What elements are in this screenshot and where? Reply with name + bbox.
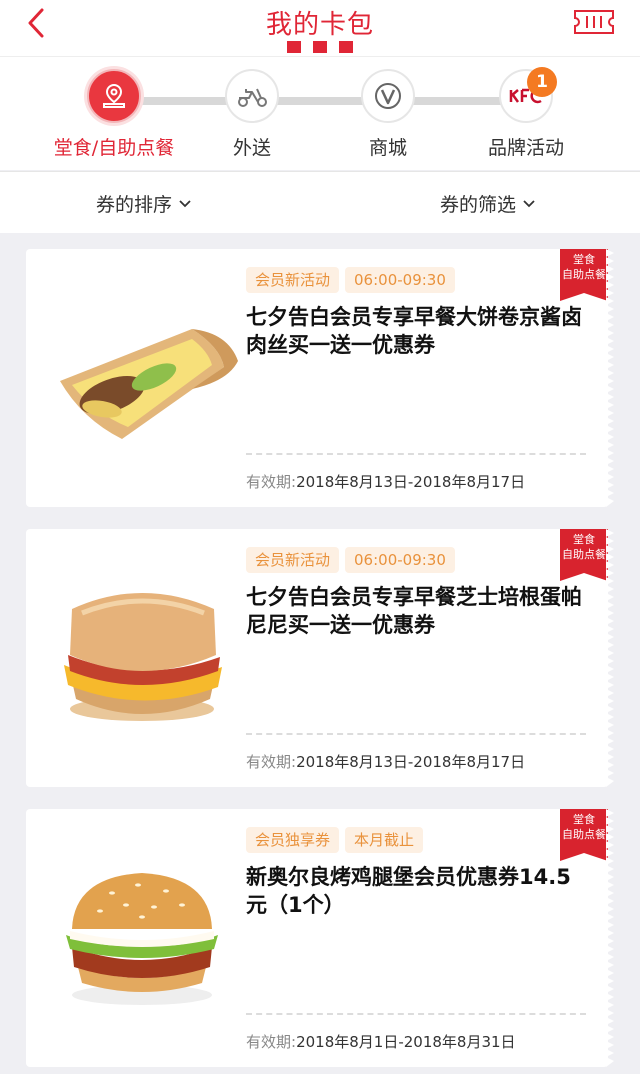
channel-ribbon: 堂食 自助点餐 xyxy=(560,809,608,861)
channel-tabs: 堂食/自助点餐 外送 商城 1 品牌活动 xyxy=(0,56,640,170)
sort-label: 券的排序 xyxy=(96,194,173,216)
ribbon-line: 堂食 xyxy=(573,813,595,826)
tab-delivery-circle xyxy=(225,69,279,123)
ribbon-line: 自助点餐 xyxy=(562,828,606,841)
header-bar: 我的卡包 xyxy=(0,0,640,56)
validity-label: 有效期: xyxy=(246,473,297,491)
page-title: 我的卡包 xyxy=(265,10,374,40)
wrap-image xyxy=(60,329,238,439)
validity-value: 2018年8月1日-2018年8月31日 xyxy=(296,1033,516,1051)
tab-brand-circle: 1 xyxy=(499,67,557,123)
ribbon-line: 堂食 xyxy=(573,253,595,266)
tab-mall[interactable]: 商城 xyxy=(308,69,468,160)
coupon-validity: 有效期:2018年8月13日-2018年8月17日 xyxy=(246,471,525,492)
v-mall-icon xyxy=(375,83,401,109)
coupon-tag: 06:00-09:30 xyxy=(345,267,455,293)
tab-mall-label: 商城 xyxy=(368,137,407,159)
tab-dine-in-label: 堂食/自助点餐 xyxy=(53,137,175,159)
perforated-edge xyxy=(606,249,614,507)
coupon-card[interactable]: 会员新活动 06:00-09:30 七夕告白会员专享早餐芝士培根蛋帕尼尼买一送一优… xyxy=(26,529,614,787)
divider xyxy=(246,733,586,735)
ribbon-line: 堂食 xyxy=(573,533,595,546)
tab-brand-label: 品牌活动 xyxy=(487,137,564,159)
divider xyxy=(246,1013,586,1015)
validity-value: 2018年8月13日-2018年8月17日 xyxy=(296,473,526,491)
channel-ribbon: 堂食 自助点餐 xyxy=(560,529,608,581)
chevron-down-icon xyxy=(179,200,191,208)
sort-dropdown[interactable]: 券的排序 xyxy=(96,190,192,217)
validity-label: 有效期: xyxy=(246,753,297,771)
coupon-tag: 会员独享券 xyxy=(246,827,340,853)
tab-brand[interactable]: 1 品牌活动 xyxy=(446,67,606,160)
perforated-edge xyxy=(606,809,614,1067)
coupon-tags: 会员新活动 06:00-09:30 xyxy=(246,267,461,293)
store-pin-icon xyxy=(103,83,125,108)
coupon-card[interactable]: 会员新活动 06:00-09:30 七夕告白会员专享早餐大饼卷京酱卤肉丝买一送一优… xyxy=(26,249,614,507)
divider xyxy=(246,453,586,455)
filter-label: 券的筛选 xyxy=(440,194,517,216)
notification-badge: 1 xyxy=(527,67,557,97)
sort-filter-bar: 券的排序 券的筛选 xyxy=(0,171,640,233)
coupon-title: 新奥尔良烤鸡腿堡会员优惠券14.5元（1个） xyxy=(246,865,571,917)
validity-label: 有效期: xyxy=(246,1033,297,1051)
channel-ribbon: 堂食 自助点餐 xyxy=(560,249,608,301)
tab-mall-circle xyxy=(361,69,415,123)
coupon-tag: 本月截止 xyxy=(345,827,424,853)
title-decoration xyxy=(287,41,353,53)
filter-dropdown[interactable]: 券的筛选 xyxy=(440,190,536,217)
coupon-card[interactable]: 会员独享券 本月截止 新奥尔良烤鸡腿堡会员优惠券14.5元（1个） 有效期:201… xyxy=(26,809,614,1067)
coupon-tag: 会员新活动 xyxy=(246,547,340,573)
burger-image xyxy=(66,873,218,1005)
panini-image xyxy=(64,593,222,721)
scooter-icon xyxy=(238,88,267,107)
coupon-tags: 会员独享券 本月截止 xyxy=(246,827,429,853)
ribbon-line: 自助点餐 xyxy=(562,548,606,561)
coupon-validity: 有效期:2018年8月13日-2018年8月17日 xyxy=(246,751,525,772)
coupon-title: 七夕告白会员专享早餐芝士培根蛋帕尼尼买一送一优惠券 xyxy=(246,585,582,637)
ticket-icon[interactable] xyxy=(572,8,616,36)
tab-dine-in[interactable]: 堂食/自助点餐 xyxy=(34,69,194,160)
chevron-down-icon xyxy=(523,200,535,208)
coupon-title: 七夕告白会员专享早餐大饼卷京酱卤肉丝买一送一优惠券 xyxy=(246,305,582,357)
coupon-tag: 会员新活动 xyxy=(246,267,340,293)
validity-value: 2018年8月13日-2018年8月17日 xyxy=(296,753,526,771)
coupon-tags: 会员新活动 06:00-09:30 xyxy=(246,547,461,573)
tab-dine-in-circle xyxy=(87,69,141,123)
perforated-edge xyxy=(606,529,614,787)
coupon-tag: 06:00-09:30 xyxy=(345,547,455,573)
coupon-validity: 有效期:2018年8月1日-2018年8月31日 xyxy=(246,1031,516,1052)
ribbon-line: 自助点餐 xyxy=(562,268,606,281)
